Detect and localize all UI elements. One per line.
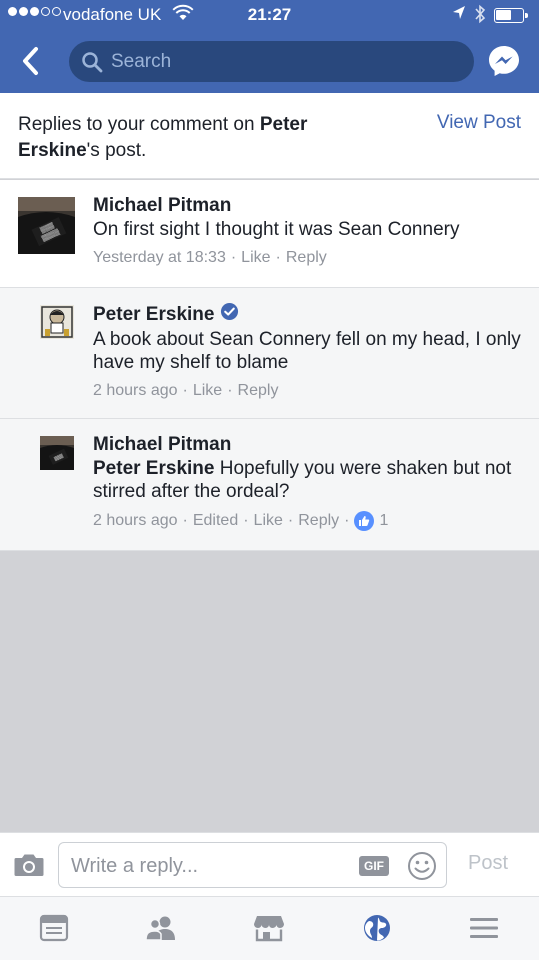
comment-text: On first sight I thought it was Sean Con…	[93, 219, 460, 240]
replies-header-text: Replies to your comment on Peter Erskine…	[18, 114, 308, 161]
status-bar: vodafone UK 21:27	[0, 0, 539, 30]
comment-author[interactable]: Peter Erskine	[93, 302, 521, 328]
reply-bar: Write a reply... GIF Post	[0, 832, 539, 896]
mention-link[interactable]: Peter Erskine	[93, 458, 214, 479]
location-arrow-icon	[452, 5, 466, 26]
comment-body: Michael Pitman Peter Erskine Hopefully y…	[93, 433, 521, 531]
reply-button[interactable]: Reply	[238, 382, 279, 400]
comment-meta: 2 hours ago · Edited · Like · Reply · 1	[93, 511, 389, 531]
sticker-smiley-icon[interactable]	[407, 851, 437, 886]
back-button[interactable]	[18, 44, 48, 78]
view-post-link[interactable]: View Post	[437, 112, 521, 134]
avatar[interactable]	[40, 305, 74, 339]
search-icon	[81, 51, 103, 78]
verified-badge-icon	[220, 302, 239, 328]
comment-body: Peter Erskine A book about Sean Connery …	[93, 302, 521, 400]
camera-icon[interactable]	[13, 852, 45, 883]
like-reaction-icon[interactable]	[354, 511, 375, 531]
tab-bar	[0, 896, 539, 960]
like-count[interactable]: 1	[379, 512, 388, 530]
friends-icon[interactable]	[144, 911, 178, 945]
edited-label[interactable]: Edited	[193, 512, 238, 530]
marketplace-icon[interactable]	[252, 911, 286, 945]
comment-timestamp[interactable]: 2 hours ago	[93, 512, 178, 530]
reply-item: Peter Erskine A book about Sean Connery …	[0, 288, 539, 419]
reply-placeholder: Write a reply...	[71, 855, 199, 877]
battery-icon	[494, 8, 528, 23]
comment-meta: 2 hours ago · Like · Reply	[93, 382, 279, 400]
comment-text: A book about Sean Connery fell on my hea…	[93, 329, 521, 373]
notifications-globe-icon[interactable]	[360, 911, 394, 945]
reply-button[interactable]: Reply	[298, 512, 339, 530]
messenger-icon[interactable]	[487, 44, 521, 78]
comment-meta: Yesterday at 18:33 · Like · Reply	[93, 249, 327, 267]
avatar[interactable]: ▒▒▒	[40, 436, 74, 470]
comment-author[interactable]: Michael Pitman	[93, 433, 521, 457]
top-bar: vodafone UK 21:27 Search	[0, 0, 539, 93]
post-button[interactable]: Post	[468, 852, 508, 875]
reply-button[interactable]: Reply	[286, 249, 327, 267]
comment-item: ▒▒▒ ▒▒▒▒ Michael Pitman On first sight I …	[0, 180, 539, 288]
like-button[interactable]: Like	[241, 249, 270, 267]
bluetooth-icon	[474, 4, 486, 29]
comment-timestamp[interactable]: 2 hours ago	[93, 382, 178, 400]
comment-timestamp[interactable]: Yesterday at 18:33	[93, 249, 226, 267]
search-placeholder: Search	[111, 51, 172, 72]
comment-text: Peter Erskine Hopefully you were shaken …	[93, 458, 512, 502]
replies-header: Replies to your comment on Peter Erskine…	[0, 93, 539, 179]
gif-button[interactable]: GIF	[359, 856, 389, 876]
reply-item: ▒▒▒ Michael Pitman Peter Erskine Hopeful…	[0, 419, 539, 551]
comment-author[interactable]: Michael Pitman	[93, 194, 521, 218]
like-button[interactable]: Like	[193, 382, 222, 400]
like-button[interactable]: Like	[254, 512, 283, 530]
reply-input[interactable]: Write a reply... GIF	[58, 842, 447, 888]
menu-icon[interactable]	[467, 911, 501, 945]
news-feed-icon[interactable]	[37, 911, 71, 945]
search-input[interactable]: Search	[69, 41, 474, 82]
comment-body: Michael Pitman On first sight I thought …	[93, 194, 521, 267]
avatar[interactable]: ▒▒▒ ▒▒▒▒	[18, 197, 75, 254]
